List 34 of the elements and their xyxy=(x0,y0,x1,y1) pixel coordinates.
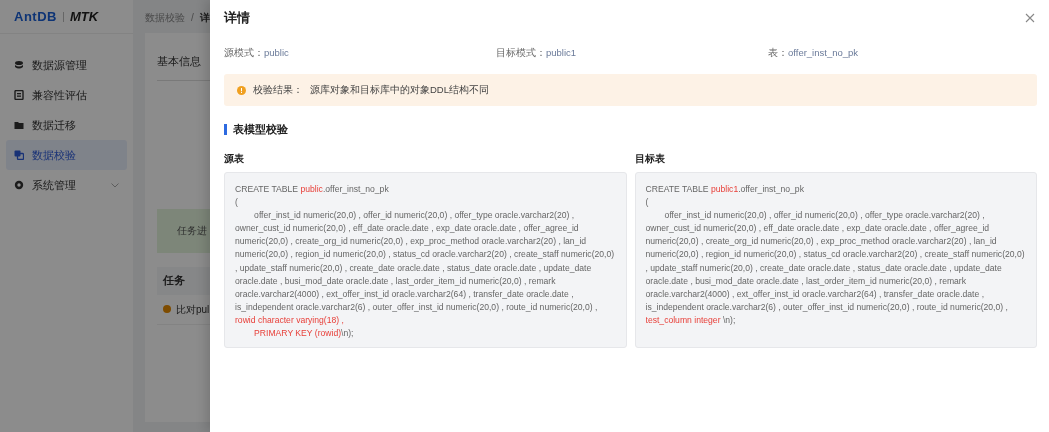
info-field: 源模式：public xyxy=(224,46,496,61)
layers-icon xyxy=(14,60,24,70)
close-button[interactable] xyxy=(1023,11,1037,25)
sidebar-item[interactable]: 数据源管理 xyxy=(6,50,127,80)
breadcrumb-item[interactable]: 详 xyxy=(199,10,210,25)
section-marker xyxy=(224,124,227,135)
status-dot xyxy=(163,305,171,313)
drawer-title: 详情 xyxy=(224,9,250,28)
breadcrumb-separator: / xyxy=(191,11,194,25)
progress-text: 任务进 xyxy=(177,224,207,238)
section-title: 表模型校验 xyxy=(233,122,288,138)
ddl-text: CREATE TABLE public.offer_inst_no_pk ( offer_inst_id numeric(20,0) , offer_id numeric(20,0) , offer_type oracle.varchar2(20) , owner_cust_id numeric(20,0) , eff_date oracle.date , exp_date oracle.date , offer_agree_id numeric(20,0) , create_org_id numeric(20,0) , exp_proc_method oracle.varchar2(20) , lan_id numeric(20,0) , region_id numeric(20,0) , status_cd oracle.varchar2(20) , create_staff numeric(20,0) , update_staff numeric(20,0) , create_date oracle.date , status_date oracle.date , update_date oracle.date , busi_mod_date oracle.date , last_order_item_id numeric(20,0) , remark oracle.varchar2(4000) , ext_offer_inst_id oracle.varchar2(64) , transfer_date oracle.date , is_independent oracle.varchar2(6) , outer_offer_inst_id numeric(20,0) , route_id numeric(20,0) , rowid character varying(18) , PRIMARY KEY (rowid)\n); xyxy=(235,183,616,341)
sidebar-item[interactable]: 数据校验 xyxy=(6,140,127,170)
sidebar-item[interactable]: 系统管理 xyxy=(6,170,127,200)
product-name: MTK xyxy=(69,7,99,26)
panel-title: 目标表 xyxy=(634,151,666,166)
settings-icon xyxy=(14,180,24,190)
warning-icon xyxy=(237,85,246,95)
panel-title: 源表 xyxy=(224,151,245,166)
sidebar-item[interactable]: 兼容性评估 xyxy=(6,80,127,110)
tab[interactable]: 基本信息 xyxy=(157,55,201,67)
copy-icon xyxy=(14,150,24,160)
info-field: 表：offer_inst_no_pk xyxy=(768,46,1037,61)
document-icon xyxy=(14,90,24,100)
folder-icon xyxy=(14,120,24,130)
logo-text: AntDB xyxy=(14,7,57,26)
alert-message: 源库对象和目标库中的对象DDL结构不同 xyxy=(310,83,489,98)
close-icon xyxy=(1025,13,1035,23)
ddl-text: CREATE TABLE public1.offer_inst_no_pk ( offer_inst_id numeric(20,0) , offer_id numeric(20,0) , offer_type oracle.varchar2(20) , owner_cust_id numeric(20,0) , eff_date oracle.date , exp_date oracle.date , offer_agree_id numeric(20,0) , create_org_id numeric(20,0) , exp_proc_method oracle.varchar2(20) , lan_id numeric(20,0) , region_id numeric(20,0) , status_cd oracle.varchar2(20) , create_staff numeric(20,0) , update_staff numeric(20,0) , create_date oracle.date , status_date oracle.date , update_date oracle.date , busi_mod_date oracle.date , last_order_item_id numeric(20,0) , remark oracle.varchar2(4000) , ext_offer_inst_id oracle.varchar2(64) , transfer_date oracle.date , is_independent oracle.varchar2(6) , outer_offer_inst_id numeric(20,0) , route_id numeric(20,0) , test_column integer \n); xyxy=(645,183,1026,327)
table-cell-text: 比对pul xyxy=(176,302,210,317)
info-field: 目标模式：public1 xyxy=(496,46,768,61)
sidebar-item[interactable]: 数据迁移 xyxy=(6,110,127,140)
alert-label: 校验结果： xyxy=(253,83,303,98)
column-header: 任务 xyxy=(163,273,185,289)
